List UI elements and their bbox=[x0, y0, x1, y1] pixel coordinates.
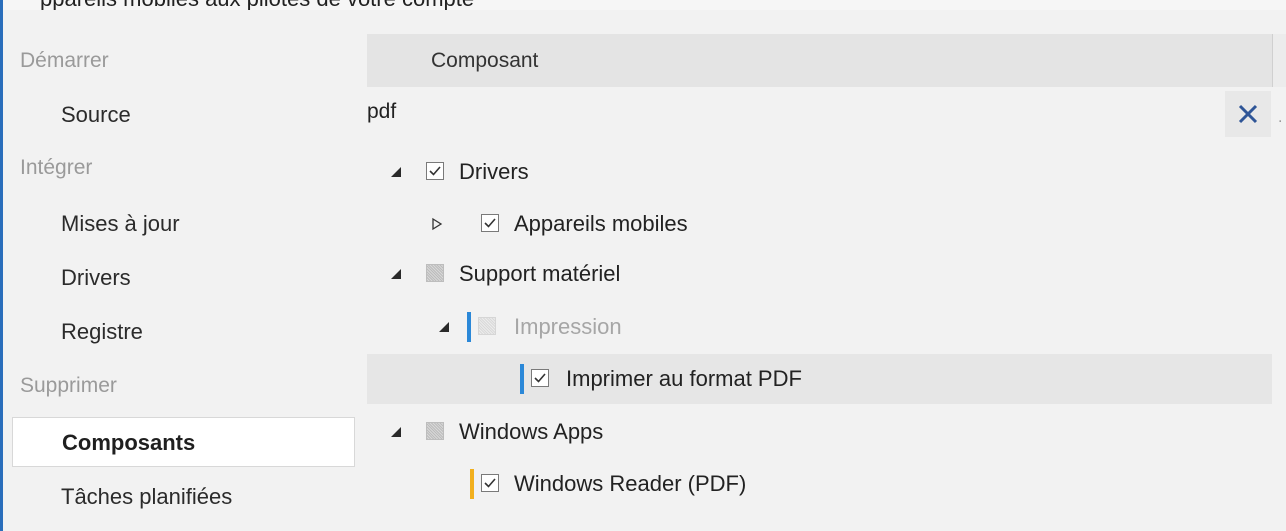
sidebar: Démarrer Source Intégrer Mises à jour Dr… bbox=[3, 10, 365, 531]
checkbox-impression[interactable] bbox=[478, 317, 496, 335]
close-icon bbox=[1238, 104, 1258, 124]
checkbox-support-materiel[interactable] bbox=[426, 264, 444, 282]
tree-row-impression[interactable]: Impression bbox=[367, 302, 1272, 352]
expanded-triangle-icon[interactable] bbox=[437, 319, 453, 335]
app-window: ppareils mobiles aux pilotes de votre co… bbox=[0, 0, 1286, 531]
status-bar-blue bbox=[520, 364, 524, 394]
tree-label-drivers: Drivers bbox=[459, 159, 529, 184]
expanded-triangle-icon[interactable] bbox=[389, 266, 405, 282]
status-bar-yellow bbox=[470, 469, 474, 499]
tree-label-imprimer-au-format-pdf: Imprimer au format PDF bbox=[566, 366, 802, 391]
checkbox-windows-apps[interactable] bbox=[426, 422, 444, 440]
filter-row: . bbox=[367, 87, 1286, 137]
sidebar-item-registre[interactable]: Registre bbox=[12, 307, 355, 357]
tree-row-windows-apps[interactable]: Windows Apps bbox=[367, 407, 1272, 457]
tree-row-imprimer-au-format-pdf[interactable]: Imprimer au format PDF bbox=[367, 354, 1272, 404]
tree-label-impression: Impression bbox=[514, 314, 622, 339]
components-panel: Composant . Drivers bbox=[367, 34, 1286, 531]
clear-filter-button[interactable] bbox=[1225, 91, 1271, 137]
sidebar-section-demarrer: Démarrer bbox=[20, 49, 109, 72]
tree-label-appareils-mobiles: Appareils mobiles bbox=[514, 211, 688, 236]
checkbox-windows-reader-pdf[interactable] bbox=[481, 474, 499, 492]
column-header-label: Composant bbox=[431, 49, 539, 72]
checkbox-drivers[interactable] bbox=[426, 162, 444, 180]
truncation-dot: . bbox=[1278, 109, 1283, 126]
column-header-extra bbox=[1272, 34, 1286, 87]
checkbox-imprimer-au-format-pdf[interactable] bbox=[531, 369, 549, 387]
expanded-triangle-icon[interactable] bbox=[389, 424, 405, 440]
sidebar-item-source[interactable]: Source bbox=[12, 90, 355, 140]
title-bar: ppareils mobiles aux pilotes de votre co… bbox=[0, 0, 1286, 10]
sidebar-section-integrer: Intégrer bbox=[20, 156, 93, 179]
status-bar-blue bbox=[467, 312, 471, 342]
sidebar-item-composants[interactable]: Composants bbox=[12, 417, 355, 467]
tree-row-drivers[interactable]: Drivers bbox=[367, 147, 1272, 197]
collapsed-triangle-icon[interactable] bbox=[429, 216, 445, 232]
tree-row-support-materiel[interactable]: Support matériel bbox=[367, 249, 1272, 299]
tree-label-windows-apps: Windows Apps bbox=[459, 419, 604, 444]
title-bar-text: ppareils mobiles aux pilotes de votre co… bbox=[40, 0, 474, 10]
tree-label-support-materiel: Support matériel bbox=[459, 261, 621, 286]
tree-row-windows-reader-pdf[interactable]: Windows Reader (PDF) bbox=[367, 459, 1272, 509]
expanded-triangle-icon[interactable] bbox=[389, 164, 405, 180]
tree-label-windows-reader-pdf: Windows Reader (PDF) bbox=[514, 471, 747, 496]
sidebar-item-drivers[interactable]: Drivers bbox=[12, 253, 355, 303]
sidebar-section-supprimer: Supprimer bbox=[20, 374, 117, 397]
filter-input[interactable] bbox=[367, 87, 1217, 137]
checkbox-appareils-mobiles[interactable] bbox=[481, 214, 499, 232]
column-header-composant[interactable]: Composant bbox=[367, 34, 1272, 87]
sidebar-item-taches-planifiees[interactable]: Tâches planifiées bbox=[12, 472, 355, 522]
tree-row-appareils-mobiles[interactable]: Appareils mobiles bbox=[367, 199, 1272, 249]
sidebar-item-mises-a-jour[interactable]: Mises à jour bbox=[12, 199, 355, 249]
